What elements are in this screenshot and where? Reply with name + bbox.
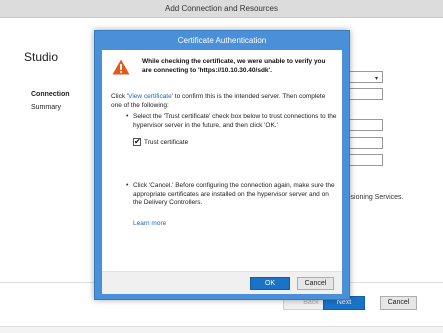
- trust-certificate-label[interactable]: Trust certificate: [144, 138, 188, 147]
- dialog-title: Certificate Authentication: [177, 36, 267, 45]
- dialog-content: While checking the certificate, we were …: [102, 50, 342, 294]
- certificate-dialog: Certificate Authentication While checkin…: [94, 30, 350, 300]
- check-icon: ✔: [134, 137, 141, 146]
- bullet-icon: •: [126, 182, 129, 189]
- window-titlebar: Add Connection and Resources: [0, 0, 443, 18]
- option-trust-text: Select the 'Trust certificate' check box…: [133, 113, 337, 129]
- warning-icon: [112, 59, 130, 75]
- view-certificate-link[interactable]: View certificate: [128, 93, 172, 100]
- window-title: Add Connection and Resources: [165, 4, 278, 13]
- warning-message: While checking the certificate, we were …: [142, 58, 326, 74]
- intro-paragraph: Click 'View certificate' to confirm this…: [111, 93, 336, 110]
- bullet-icon: •: [126, 113, 129, 120]
- option-cancel-text: Click 'Cancel.' Before configuring the c…: [133, 182, 335, 206]
- intro-prefix: Click ': [111, 93, 129, 100]
- learn-more-link[interactable]: Learn more: [133, 220, 166, 227]
- dialog-cancel-button[interactable]: Cancel: [297, 277, 334, 290]
- ok-button[interactable]: OK: [250, 277, 290, 290]
- dialog-footer: OK Cancel: [102, 271, 342, 294]
- trust-certificate-checkbox[interactable]: ✔: [133, 137, 141, 146]
